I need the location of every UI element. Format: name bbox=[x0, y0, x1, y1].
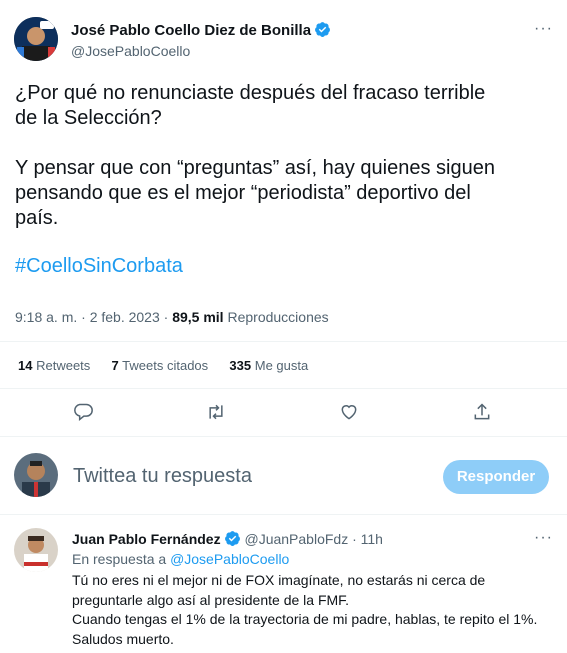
like-icon[interactable] bbox=[332, 395, 366, 429]
divider bbox=[0, 514, 567, 515]
reply-text-line: Cuando tengas el 1% de la trayectoria de… bbox=[72, 611, 538, 627]
reply-time[interactable]: · 11h bbox=[352, 531, 383, 547]
reply-author-name[interactable]: Juan Pablo Fernández bbox=[72, 531, 221, 547]
tweet-text: ¿Por qué no renunciaste después del frac… bbox=[15, 81, 555, 279]
quotes-stat[interactable]: 7 Tweets citados bbox=[112, 358, 209, 373]
reply-button[interactable]: Responder bbox=[443, 460, 549, 494]
hashtag-link[interactable]: #CoelloSinCorbata bbox=[15, 254, 555, 279]
divider bbox=[0, 436, 567, 437]
my-avatar[interactable] bbox=[14, 453, 58, 497]
stats-row: 14 Retweets 7 Tweets citados 335 Me gust… bbox=[18, 358, 308, 373]
divider bbox=[0, 388, 567, 389]
author-avatar[interactable] bbox=[14, 17, 58, 61]
author-name-row: José Pablo Coello Diez de Bonilla bbox=[71, 21, 331, 39]
reply-input[interactable]: Twittea tu respuesta bbox=[73, 465, 252, 488]
share-icon[interactable] bbox=[465, 395, 499, 429]
author-name[interactable]: José Pablo Coello Diez de Bonilla bbox=[71, 22, 311, 39]
in-reply-to-handle[interactable]: @JosePabloCoello bbox=[170, 551, 289, 567]
views-label: Reproducciones bbox=[227, 309, 329, 325]
more-options-icon[interactable]: ··· bbox=[534, 20, 553, 38]
tweet-text-line: Y pensar que con “preguntas” así, hay qu… bbox=[15, 157, 495, 179]
verified-badge-icon bbox=[315, 22, 330, 37]
tweet-text-line: pensando que es el mejor “periodista” de… bbox=[15, 182, 471, 204]
in-reply-to: En respuesta a @JosePabloCoello bbox=[72, 551, 290, 567]
reply-author-handle[interactable]: @JuanPabloFdz bbox=[244, 531, 348, 547]
tweet-timestamp[interactable]: 9:18 a. m. · 2 feb. 2023 · bbox=[15, 309, 168, 325]
tweet-text-line: de la Selección? bbox=[15, 107, 162, 129]
reply-author-avatar[interactable] bbox=[14, 528, 58, 572]
reply-header: Juan Pablo Fernández @JuanPabloFdz · 11h bbox=[72, 530, 383, 547]
retweets-stat[interactable]: 14 Retweets bbox=[18, 358, 90, 373]
reply-text-line: Saludos muerto. bbox=[72, 630, 174, 647]
tweet-text-line: país. bbox=[15, 207, 59, 229]
reply-text: Tú no eres ni el mejor ni de FOX imagína… bbox=[72, 571, 562, 649]
tweet-meta: 9:18 a. m. · 2 feb. 2023 · 89,5 mil Repr… bbox=[15, 309, 329, 325]
reply-text-line: Tú no eres ni el mejor ni de FOX imagína… bbox=[72, 572, 486, 588]
likes-stat[interactable]: 335 Me gusta bbox=[229, 358, 308, 373]
reply-more-options-icon[interactable]: ··· bbox=[534, 529, 553, 547]
tweet-text-line: ¿Por qué no renunciaste después del frac… bbox=[15, 82, 486, 104]
divider bbox=[0, 341, 567, 342]
reply-icon[interactable] bbox=[66, 395, 100, 429]
author-handle[interactable]: @JosePabloCoello bbox=[71, 43, 190, 59]
reply-text-line: preguntarle algo así al presidente de la… bbox=[72, 591, 350, 608]
retweet-icon[interactable] bbox=[199, 395, 233, 429]
views-count: 89,5 mil bbox=[172, 309, 224, 325]
verified-badge-icon bbox=[224, 531, 240, 546]
